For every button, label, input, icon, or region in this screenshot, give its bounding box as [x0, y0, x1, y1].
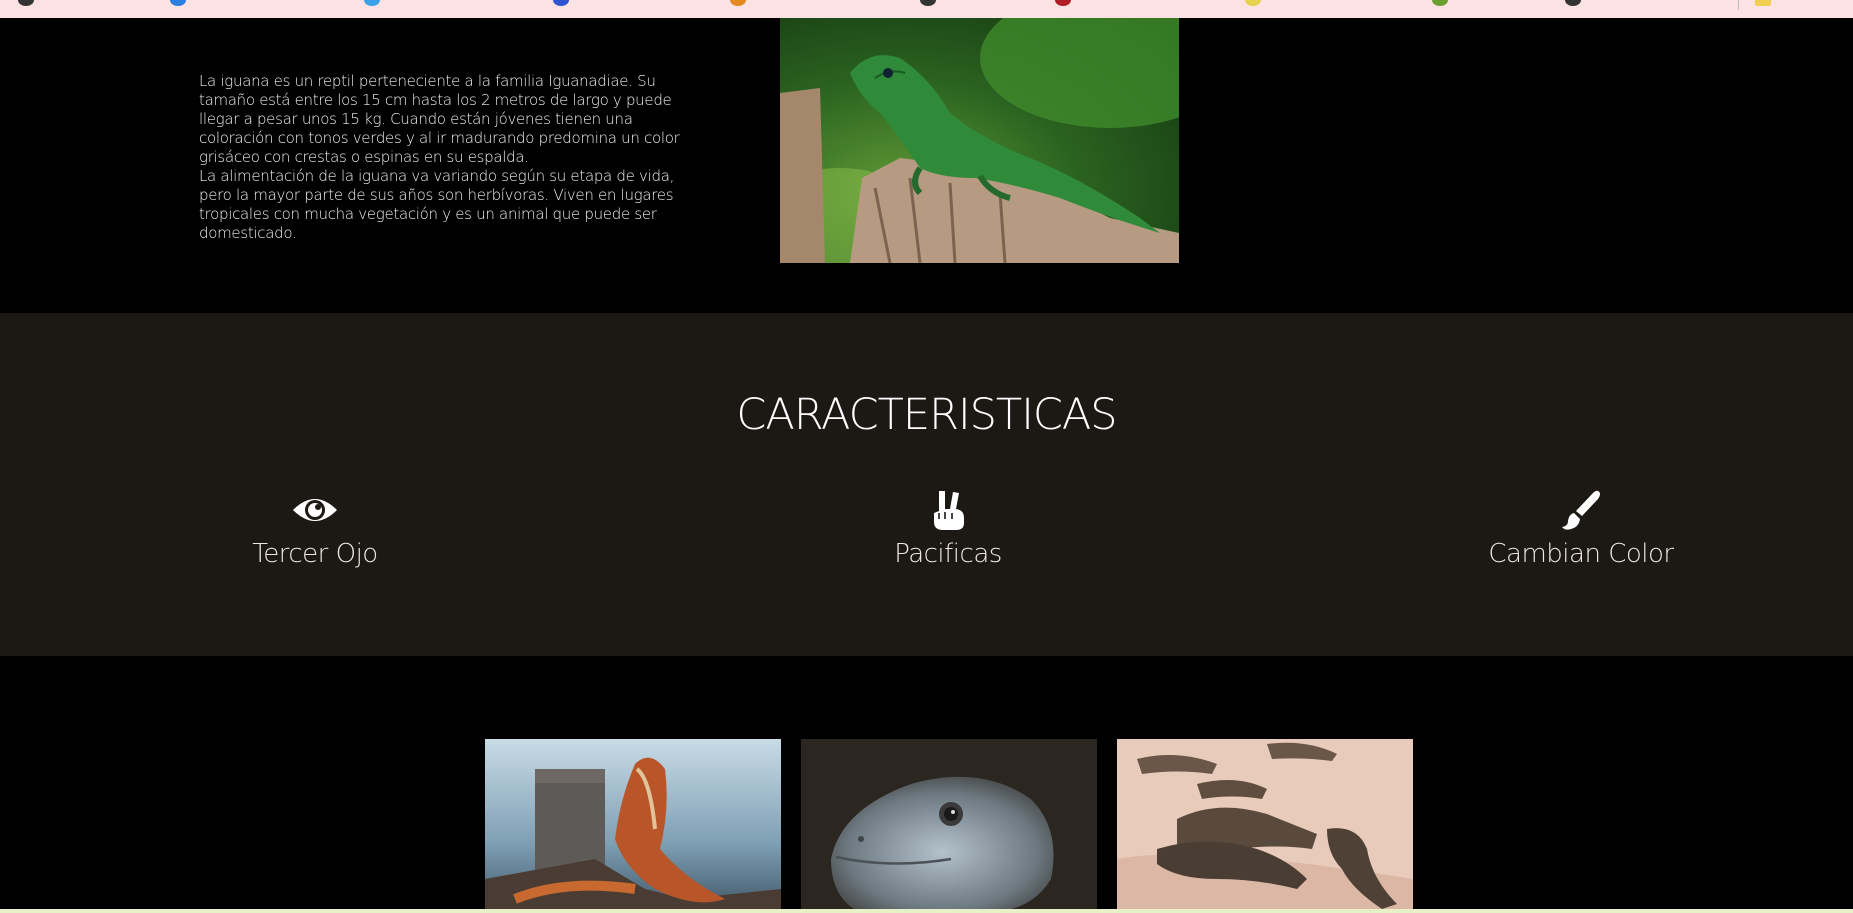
intro-paragraph: La alimentación de la iguana va variando… — [199, 167, 675, 242]
feature-label: Tercer Ojo — [252, 539, 378, 569]
feature-cambian-color: Cambian Color — [1431, 489, 1731, 569]
gallery-section — [0, 656, 1853, 913]
green-iguana-image — [780, 18, 1179, 263]
bookmark-favicon[interactable] — [920, 0, 936, 6]
features-section: CARACTERISTICAS Tercer Ojo Pacificas Cam… — [0, 313, 1853, 656]
bookmark-favicon[interactable] — [1245, 0, 1261, 6]
bookmark-favicon[interactable] — [1055, 0, 1071, 6]
bookmarks-separator — [1738, 0, 1739, 10]
peace-hand-icon — [934, 491, 964, 530]
gallery-image-iguana-head — [801, 739, 1097, 913]
feature-pacificas: Pacificas — [798, 489, 1098, 569]
gallery-image-orange-iguana — [485, 739, 781, 913]
bookmark-favicon[interactable] — [170, 0, 186, 6]
intro-paragraph: La iguana es un reptil perteneciente a l… — [199, 72, 680, 166]
bookmark-favicon[interactable] — [1565, 0, 1581, 6]
bookmark-favicon[interactable] — [364, 0, 380, 6]
bookmarks-bar — [0, 0, 1853, 19]
feature-tercer-ojo: Tercer Ojo — [165, 489, 465, 569]
intro-text: La iguana es un reptil perteneciente a l… — [199, 72, 686, 243]
features-title: CARACTERISTICAS — [736, 390, 1117, 440]
bookmark-favicon[interactable] — [553, 0, 569, 6]
feature-label: Pacificas — [894, 539, 1002, 569]
bookmark-favicon[interactable] — [1432, 0, 1448, 6]
gallery-image-iguanas-on-sand — [1117, 739, 1413, 913]
eye-icon — [293, 499, 337, 521]
intro-section: La iguana es un reptil perteneciente a l… — [0, 18, 1853, 313]
feature-label: Cambian Color — [1488, 539, 1674, 569]
bookmark-favicon[interactable] — [730, 0, 746, 6]
page-bottom-strip — [0, 909, 1853, 913]
bookmark-favicon[interactable] — [18, 0, 34, 6]
paint-brush-icon — [1562, 490, 1600, 530]
other-bookmarks-folder-icon[interactable] — [1755, 0, 1771, 6]
